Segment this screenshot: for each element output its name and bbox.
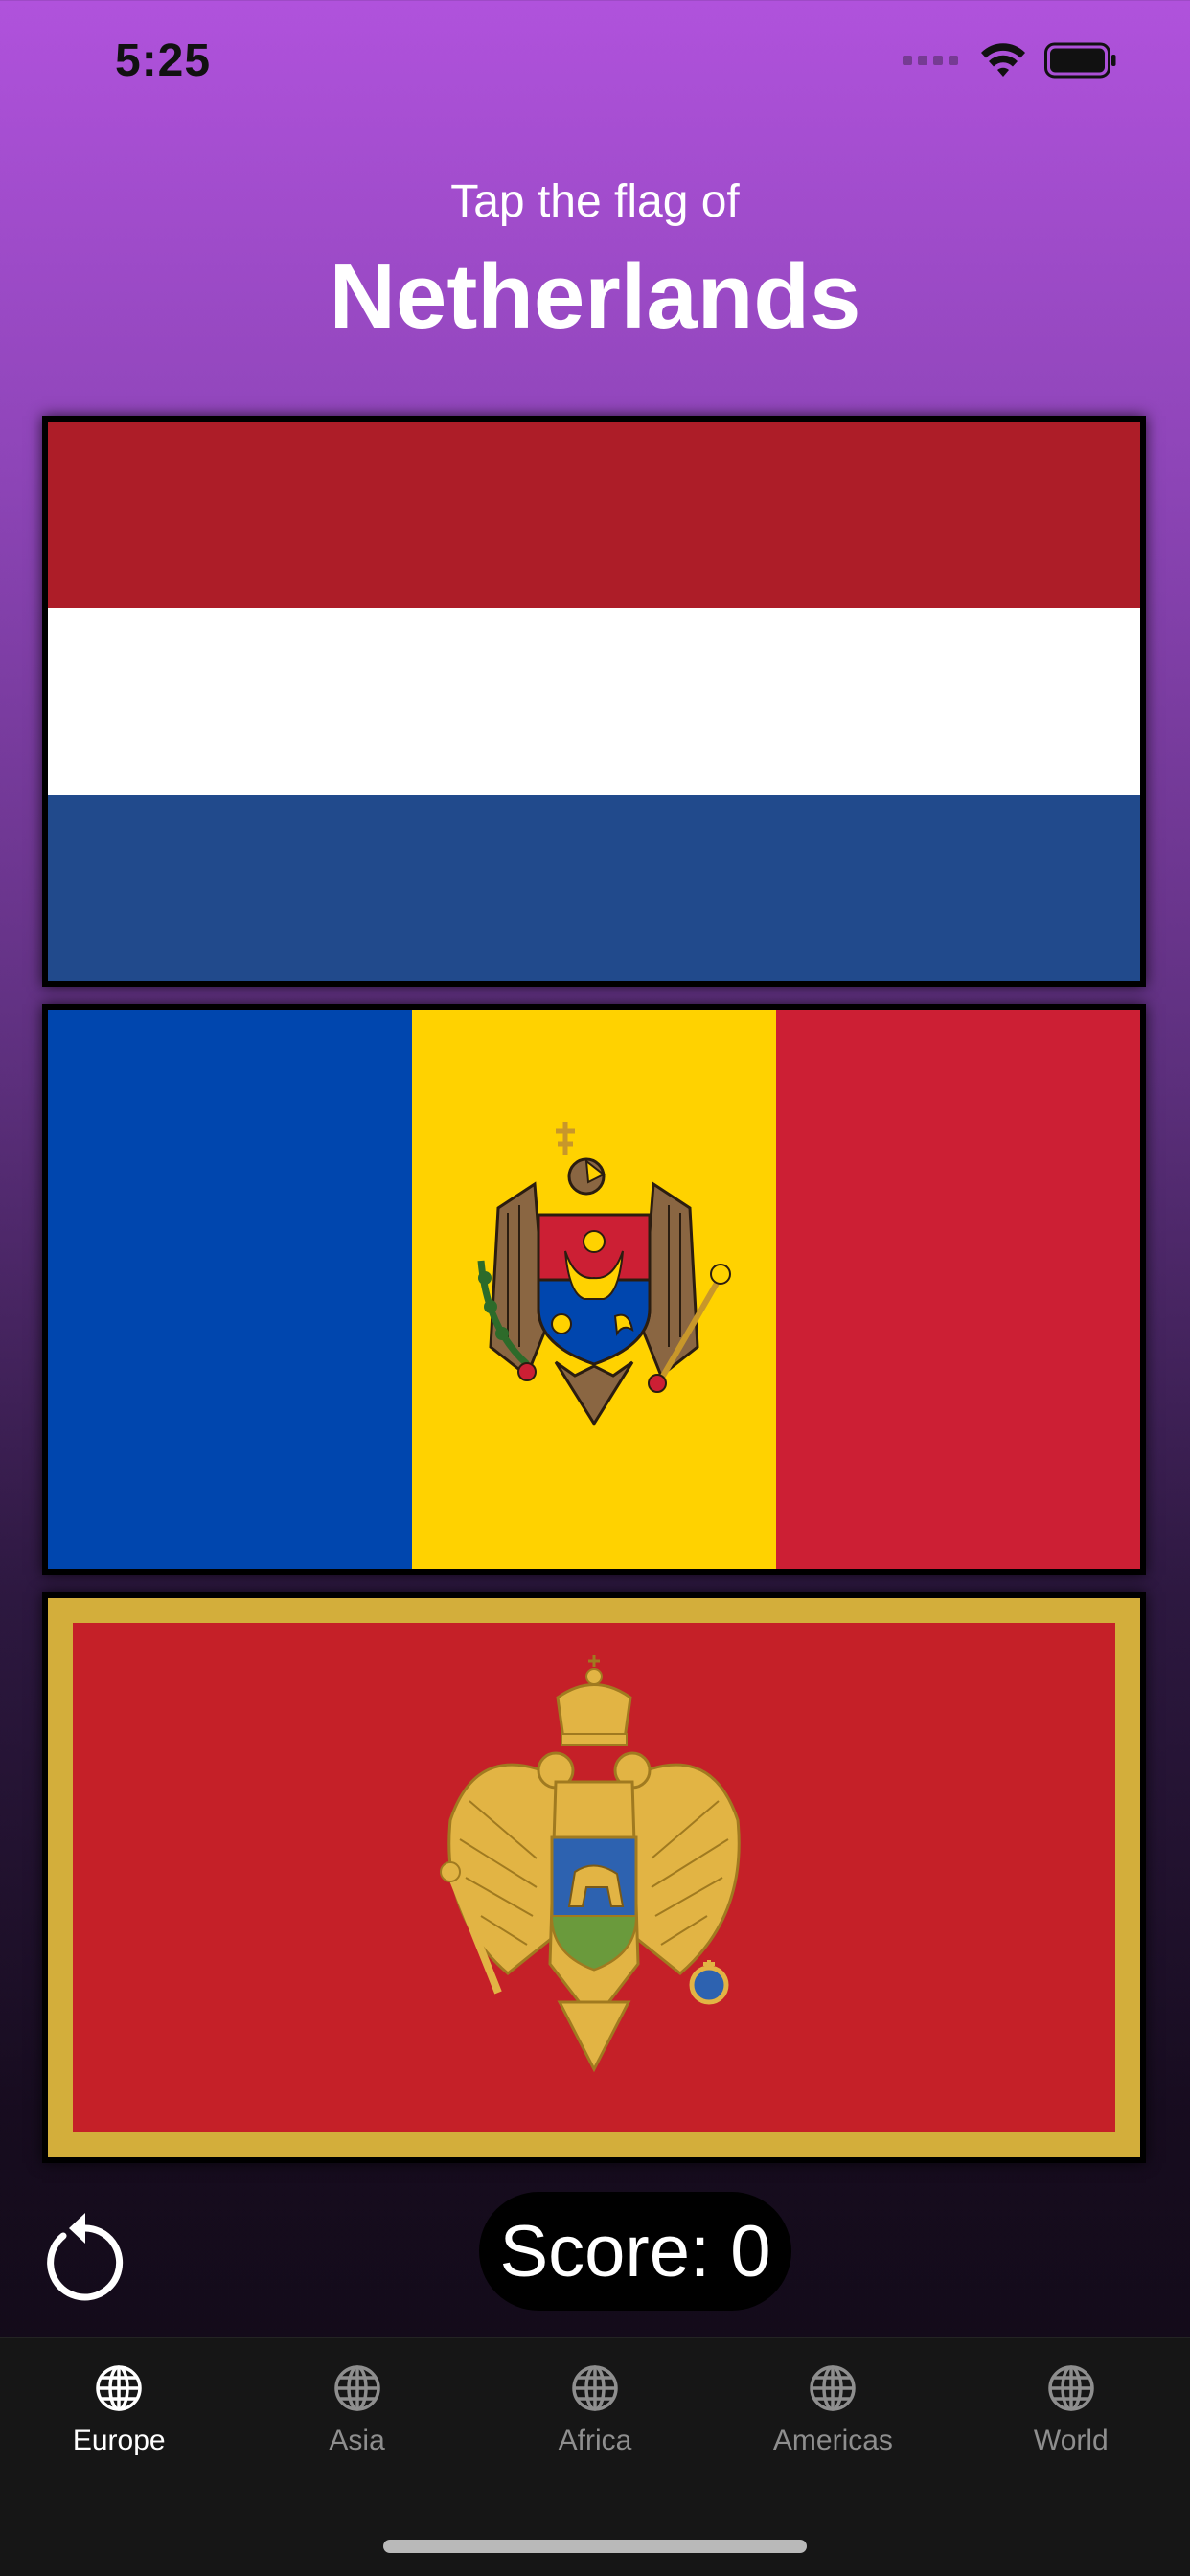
tab-africa[interactable]: Africa: [476, 2338, 714, 2492]
tab-label: Africa: [558, 2425, 632, 2456]
tab-world[interactable]: World: [952, 2338, 1190, 2492]
flag-option-2[interactable]: [42, 1004, 1146, 1575]
target-country-title: Netherlands: [329, 245, 861, 348]
wifi-icon: [981, 43, 1025, 77]
prompt-subtitle: Tap the flag of: [450, 176, 740, 227]
tab-label: Americas: [772, 2425, 893, 2456]
score-badge: Score: 0: [479, 2192, 791, 2311]
prompt-header: Tap the flag of Netherlands: [0, 169, 1190, 354]
netherlands-flag: [48, 422, 1140, 981]
moldova-flag: [48, 1010, 1140, 1569]
tab-asia[interactable]: Asia: [238, 2338, 475, 2492]
status-icons: [903, 42, 1117, 79]
status-bar: 5:25: [0, 0, 1190, 125]
globe-icon: [810, 2365, 857, 2411]
score-label: Score: 0: [499, 2210, 771, 2292]
cellular-signal-icon: [903, 56, 958, 65]
battery-icon: [1044, 42, 1116, 79]
globe-icon: [1048, 2365, 1094, 2411]
restart-icon: [47, 2213, 124, 2301]
tab-label: World: [1033, 2425, 1109, 2456]
flag-option-3[interactable]: [42, 1592, 1146, 2163]
montenegro-flag: [48, 1598, 1140, 2157]
home-indicator[interactable]: [383, 2540, 807, 2553]
restart-button[interactable]: [42, 2209, 128, 2301]
tab-bar: Europe Asia Africa Americas World: [0, 2337, 1190, 2576]
tab-europe[interactable]: Europe: [0, 2338, 238, 2492]
status-time: 5:25: [115, 35, 212, 86]
globe-icon: [572, 2365, 618, 2411]
tab-americas[interactable]: Americas: [714, 2338, 951, 2492]
tab-label: Europe: [72, 2425, 166, 2456]
globe-icon: [96, 2365, 142, 2411]
tab-label: Asia: [329, 2425, 385, 2456]
globe-icon: [333, 2365, 380, 2411]
flag-option-1[interactable]: [42, 416, 1146, 987]
